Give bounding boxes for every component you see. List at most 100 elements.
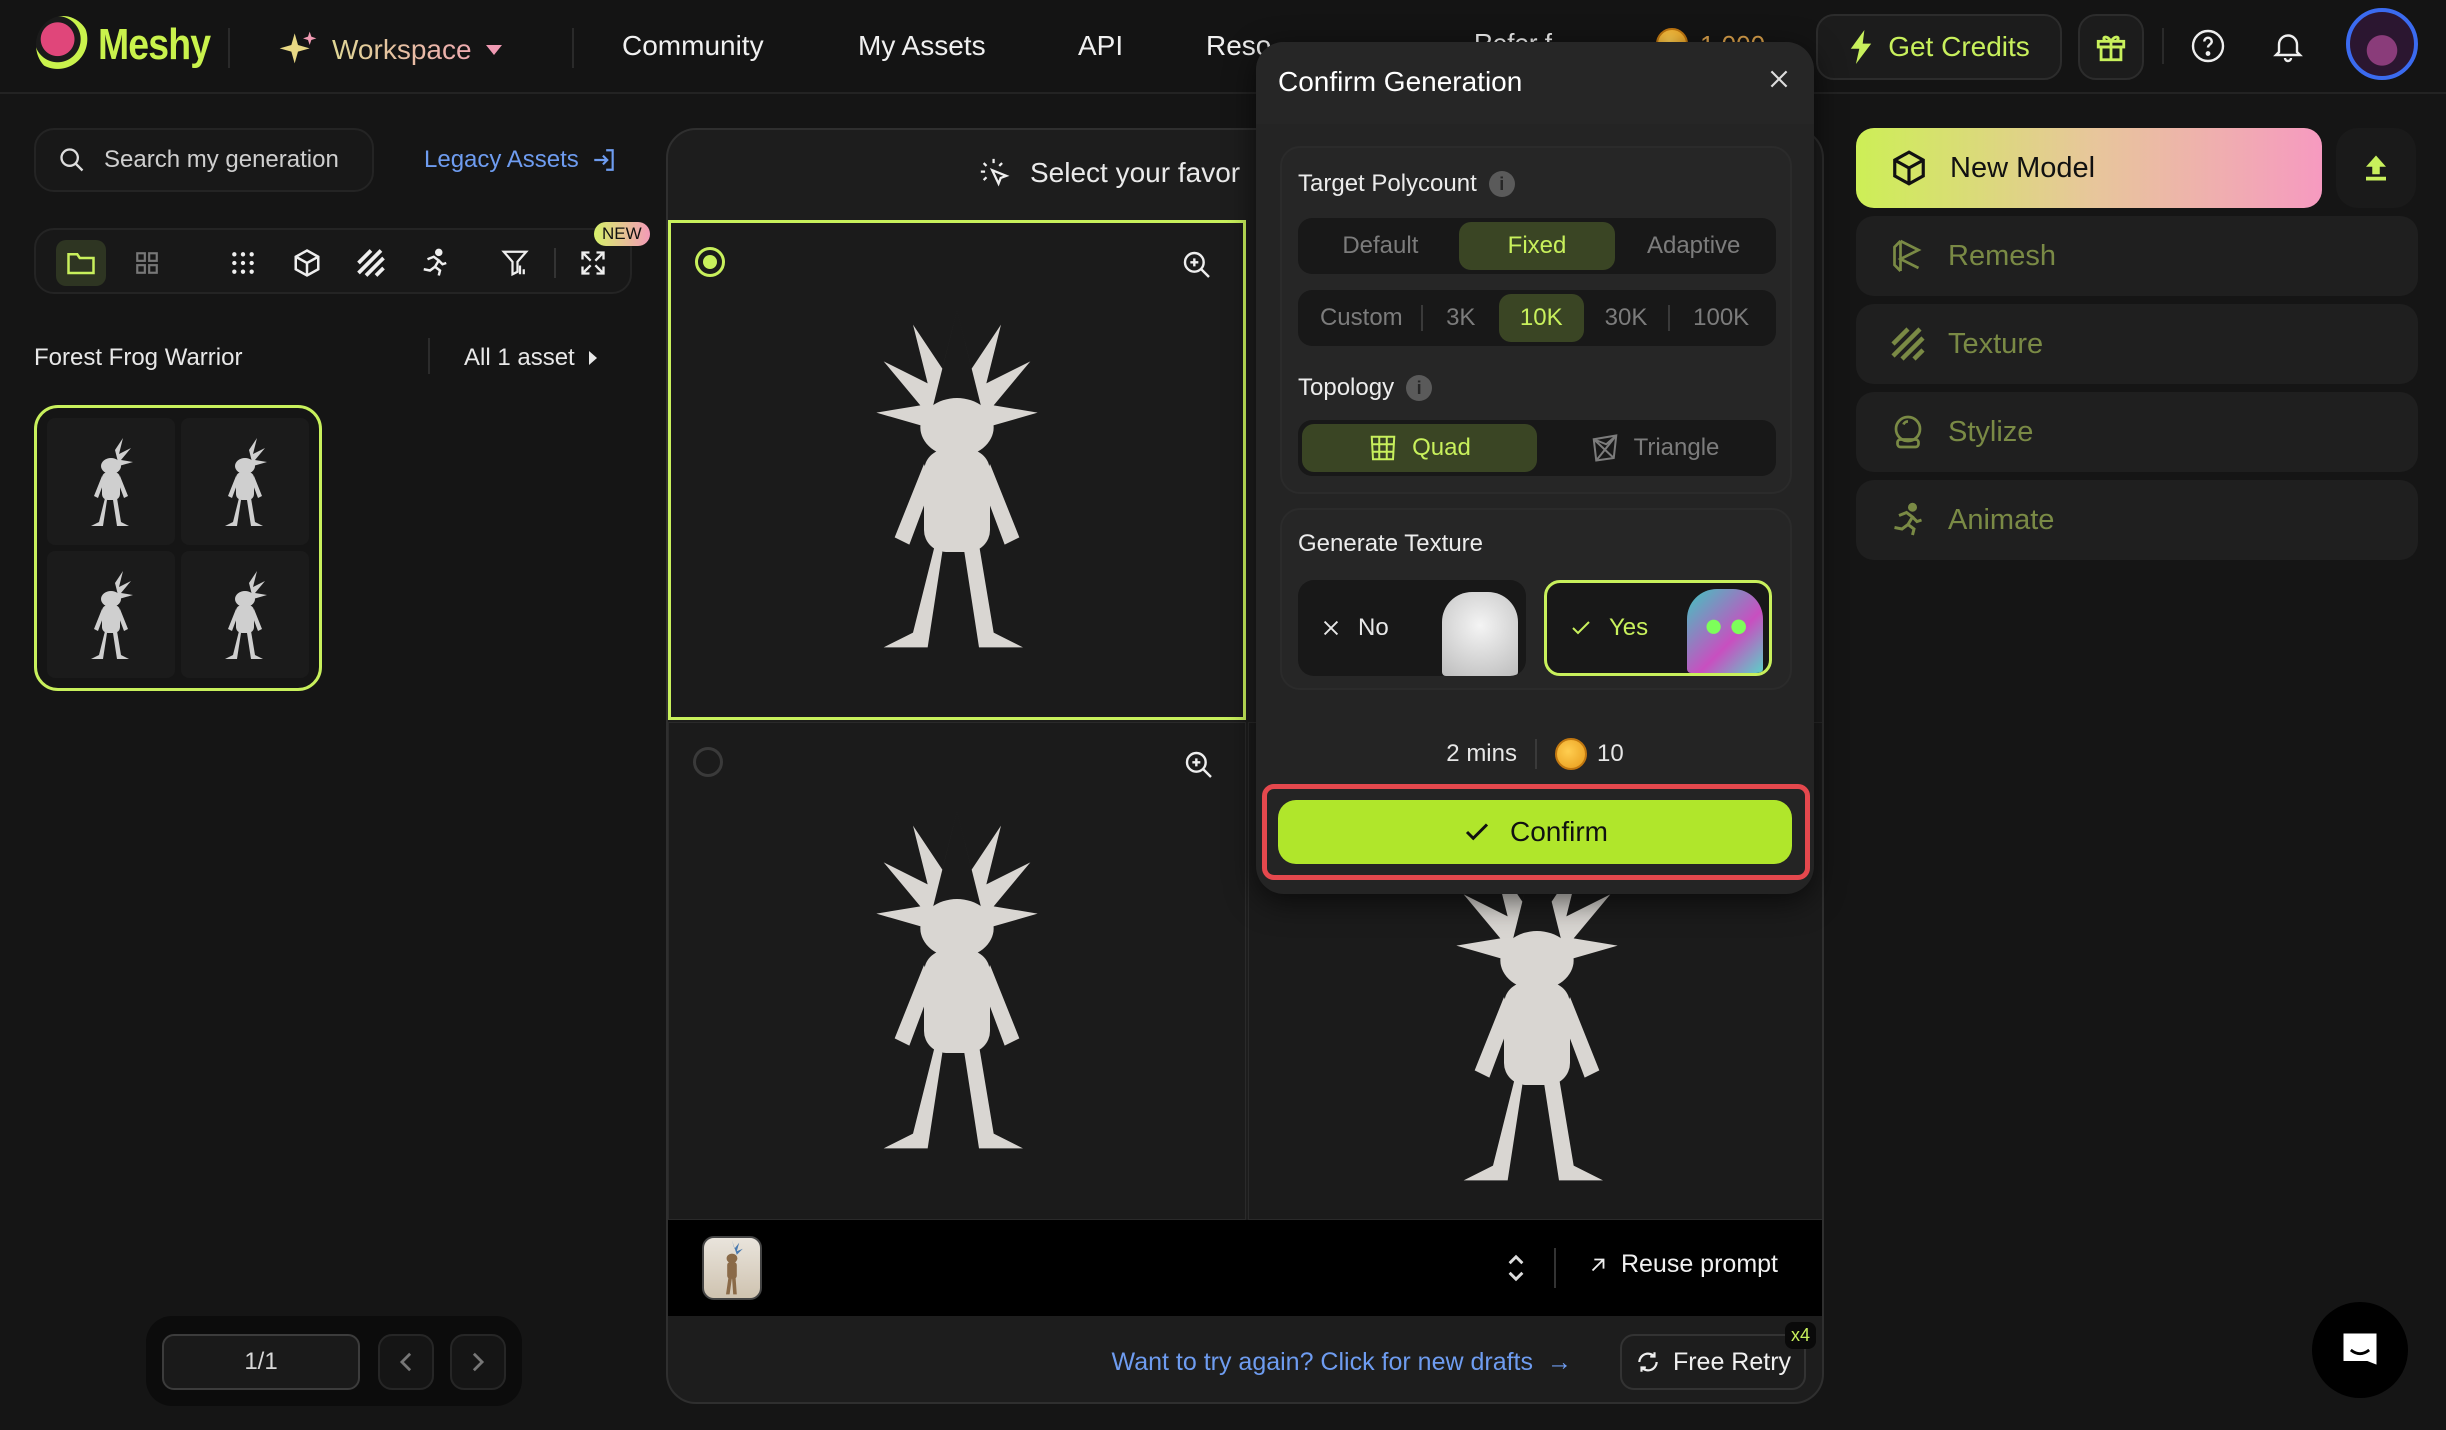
- radio-selected[interactable]: [695, 247, 725, 277]
- free-retry-button[interactable]: Free Retry: [1620, 1334, 1806, 1390]
- search-input[interactable]: [104, 146, 364, 174]
- nav-community[interactable]: Community: [622, 30, 764, 62]
- tool-stylize[interactable]: Stylize: [1856, 392, 2418, 472]
- frog-model-thumbnail: [91, 566, 133, 659]
- topology-selector: Quad Triangle: [1298, 420, 1776, 476]
- draft-option-1[interactable]: [668, 220, 1246, 720]
- prompt-reference-image[interactable]: [702, 1236, 762, 1300]
- next-page-button[interactable]: [450, 1334, 506, 1390]
- asset-filter-toolbar: [34, 228, 632, 294]
- grid-view-button[interactable]: [122, 240, 172, 286]
- preset-10k[interactable]: 10K: [1498, 294, 1584, 342]
- filter-animations-button[interactable]: [410, 240, 460, 286]
- generate-texture-section: Generate Texture No Yes: [1280, 508, 1792, 690]
- folder-view-button[interactable]: [56, 240, 106, 286]
- confirm-label: Confirm: [1509, 816, 1608, 847]
- topology-quad-label: Quad: [1412, 434, 1471, 461]
- new-drafts-label: Want to try again? Click for new drafts: [1111, 1348, 1533, 1376]
- meshy-logo[interactable]: Meshy: [36, 16, 230, 74]
- preset-30k[interactable]: 30K: [1584, 294, 1669, 342]
- check-icon: [1465, 823, 1489, 841]
- get-credits-button[interactable]: Get Credits: [1816, 14, 2062, 80]
- support-chat-button[interactable]: [2312, 1302, 2408, 1398]
- get-credits-label: Get Credits: [1888, 31, 2030, 62]
- frog-warrior-model: [876, 811, 1038, 1149]
- filter-models-button[interactable]: [282, 240, 332, 286]
- gift-button[interactable]: [2078, 14, 2144, 80]
- workspace-dropdown[interactable]: Workspace: [278, 30, 502, 70]
- page-input[interactable]: [162, 1334, 360, 1390]
- cube-icon: [1893, 150, 1925, 186]
- sparkle-icon: [279, 31, 317, 64]
- radio-unselected[interactable]: [693, 747, 723, 777]
- free-retry-label: Free Retry: [1672, 1347, 1792, 1376]
- nav-api[interactable]: API: [1078, 30, 1123, 62]
- preset-100k[interactable]: 100K: [1670, 294, 1772, 342]
- zoom-in-icon[interactable]: [1183, 749, 1215, 781]
- nav-my-assets[interactable]: My Assets: [858, 30, 986, 62]
- search-generation-field[interactable]: [34, 128, 374, 192]
- divider: [2162, 28, 2164, 64]
- tool-texture-label: Texture: [1948, 327, 2044, 360]
- generation-cost-info: 2 mins 10: [1256, 738, 1814, 770]
- info-icon[interactable]: i: [1488, 171, 1515, 197]
- tool-animate[interactable]: Animate: [1856, 480, 2418, 560]
- preset-custom[interactable]: Custom: [1302, 294, 1421, 342]
- texture-no-label: No: [1358, 614, 1389, 641]
- all-assets-link[interactable]: All 1 asset: [464, 344, 597, 372]
- asset-card-forest-frog-warrior[interactable]: [34, 405, 322, 691]
- prev-page-button[interactable]: [378, 1334, 434, 1390]
- lightning-icon: [1850, 30, 1872, 64]
- tool-texture[interactable]: Texture: [1856, 304, 2418, 384]
- topology-triangle[interactable]: Triangle: [1537, 424, 1772, 472]
- all-assets-label: All 1 asset: [464, 344, 575, 371]
- mode-default[interactable]: Default: [1302, 222, 1459, 270]
- preset-3k[interactable]: 3K: [1423, 294, 1499, 342]
- sort-filter-button[interactable]: [490, 240, 540, 286]
- click-cursor-icon: [980, 158, 1010, 187]
- new-model-label: New Model: [1950, 151, 2096, 184]
- frog-warrior-model: [876, 310, 1038, 648]
- divider: [428, 338, 430, 374]
- user-avatar[interactable]: [2346, 8, 2418, 80]
- select-favorite-text: Select your favor: [1030, 157, 1241, 188]
- info-icon[interactable]: i: [1406, 375, 1433, 401]
- filter-textures-button[interactable]: [346, 240, 396, 286]
- reference-character-thumbnail: [726, 1240, 743, 1295]
- reuse-prompt-button[interactable]: Reuse prompt: [1587, 1250, 1778, 1279]
- tool-animate-label: Animate: [1948, 503, 2055, 536]
- cube-icon: [294, 249, 320, 277]
- expand-collapse-icon[interactable]: [1506, 1252, 1526, 1284]
- upload-button[interactable]: [2336, 128, 2416, 208]
- topology-quad[interactable]: Quad: [1302, 424, 1537, 472]
- mode-adaptive[interactable]: Adaptive: [1615, 222, 1772, 270]
- legacy-assets-link[interactable]: Legacy Assets: [424, 146, 617, 174]
- zoom-in-icon[interactable]: [1181, 249, 1213, 281]
- expand-button[interactable]: [568, 240, 618, 286]
- gift-icon: [2096, 35, 2126, 62]
- texture-yes-label: Yes: [1609, 614, 1649, 641]
- asset-thumbnail: [181, 551, 309, 678]
- frog-model-thumbnail: [91, 433, 133, 526]
- tool-remesh[interactable]: Remesh: [1856, 216, 2418, 296]
- textured-preview-image: [1687, 589, 1763, 673]
- help-icon[interactable]: [2190, 28, 2226, 64]
- close-icon[interactable]: [1766, 66, 1792, 92]
- confirm-button[interactable]: Confirm: [1278, 800, 1792, 864]
- close-icon: [1323, 620, 1339, 636]
- new-drafts-link[interactable]: Want to try again? Click for new drafts …: [1112, 1348, 1572, 1377]
- crystal-ball-icon: [1894, 415, 1922, 449]
- mode-fixed[interactable]: Fixed: [1458, 222, 1616, 270]
- generate-texture-label: Generate Texture: [1298, 530, 1484, 557]
- notification-bell-icon[interactable]: [2270, 28, 2306, 64]
- polycount-topology-section: Target Polycount i Default Fixed Adaptiv…: [1280, 146, 1792, 494]
- chat-icon: [2343, 1333, 2377, 1365]
- untextured-preview-image: [1442, 592, 1518, 676]
- new-model-button[interactable]: New Model: [1856, 128, 2322, 208]
- filter-all-button[interactable]: [218, 240, 268, 286]
- texture-yes-option[interactable]: Yes: [1544, 580, 1772, 676]
- texture-no-option[interactable]: No: [1298, 580, 1526, 676]
- meshy-logo-icon: [36, 16, 90, 74]
- pagination: [146, 1316, 522, 1406]
- draft-option-2[interactable]: [668, 722, 1246, 1220]
